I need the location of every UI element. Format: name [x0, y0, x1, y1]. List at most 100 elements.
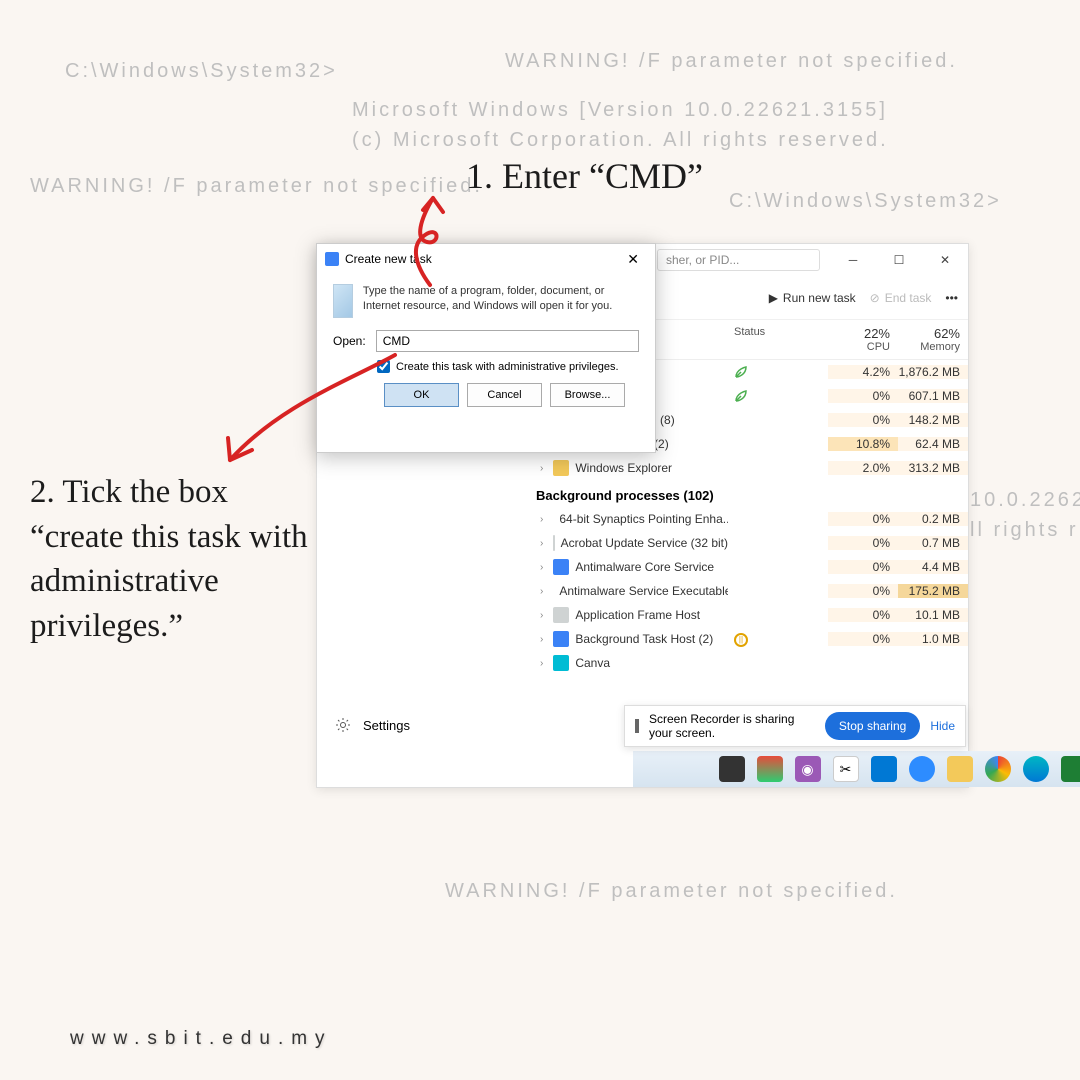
- pause-icon: ||: [734, 633, 748, 647]
- process-name: Windows Explorer: [575, 461, 672, 475]
- taskbar-app-icon[interactable]: ✂: [833, 756, 859, 782]
- annotation-step1: 1. Enter “CMD”: [466, 155, 703, 197]
- open-label: Open:: [333, 334, 366, 348]
- dialog-close-button[interactable]: ✕: [619, 251, 647, 268]
- process-row[interactable]: › 64-bit Synaptics Pointing Enha... 0%0.2 …: [532, 507, 968, 531]
- annotation-step2: 2. Tick the box “create this task with a…: [30, 470, 310, 648]
- process-name: Background Task Host (2): [575, 632, 713, 646]
- expand-icon[interactable]: ›: [536, 538, 547, 549]
- website-url: www.sbit.edu.my: [70, 1028, 333, 1050]
- mem-cell: 148.2 MB: [898, 413, 968, 427]
- hide-button[interactable]: Hide: [930, 719, 955, 733]
- process-name: Canva: [575, 656, 610, 670]
- cpu-cell: 0%: [828, 512, 898, 526]
- app-icon: [553, 631, 569, 647]
- sidebar-settings-label: Settings: [363, 718, 410, 733]
- process-row[interactable]: › Canva: [532, 651, 968, 675]
- mem-cell: 1,876.2 MB: [898, 365, 968, 379]
- app-icon: [553, 607, 569, 623]
- run-new-task-button[interactable]: ▶ Run new task: [769, 291, 856, 305]
- process-name: Application Frame Host: [575, 608, 700, 622]
- screen-share-bar: Screen Recorder is sharing your screen. …: [624, 705, 966, 747]
- cpu-cell: 4.2%: [828, 365, 898, 379]
- process-row[interactable]: › Application Frame Host 0%10.1 MB: [532, 603, 968, 627]
- sidebar-item-settings[interactable]: Settings: [317, 709, 532, 741]
- mem-cell: 175.2 MB: [898, 584, 968, 598]
- taskbar-app-icon[interactable]: [757, 756, 783, 782]
- cpu-cell: 0%: [828, 632, 898, 646]
- expand-icon[interactable]: ›: [536, 514, 547, 525]
- close-button[interactable]: ✕: [922, 244, 968, 276]
- taskbar-app-icon[interactable]: ◉: [795, 756, 821, 782]
- app-icon: [553, 559, 569, 575]
- share-text: Screen Recorder is sharing your screen.: [649, 712, 815, 740]
- taskbar-app-icon[interactable]: [985, 756, 1011, 782]
- mem-cell: 0.2 MB: [898, 512, 968, 526]
- process-row[interactable]: › Background Task Host (2) || 0%1.0 MB: [532, 627, 968, 651]
- open-input[interactable]: [376, 330, 639, 352]
- taskbar-app-icon[interactable]: [1023, 756, 1049, 782]
- leaf-icon: [734, 389, 748, 403]
- maximize-button[interactable]: ☐: [876, 244, 922, 276]
- expand-icon[interactable]: ›: [536, 562, 547, 573]
- mem-cell: 313.2 MB: [898, 461, 968, 475]
- bg-text-prompt: C:\Windows\System32>: [65, 60, 338, 83]
- expand-icon[interactable]: ›: [536, 634, 547, 645]
- taskbar-app-icon[interactable]: [909, 756, 935, 782]
- mem-cell: 1.0 MB: [898, 632, 968, 646]
- expand-icon[interactable]: ›: [536, 463, 547, 474]
- mem-cell: 4.4 MB: [898, 560, 968, 574]
- bg-text-warning3: WARNING! /F parameter not specified.: [445, 880, 898, 903]
- col-cpu[interactable]: 22%CPU: [828, 326, 898, 353]
- run-icon: [333, 284, 353, 318]
- cpu-cell: 0%: [828, 608, 898, 622]
- taskbar-app-icon[interactable]: [871, 756, 897, 782]
- col-status[interactable]: Status: [728, 326, 828, 353]
- taskbar: ◉ ✂ ⊡: [633, 751, 1080, 787]
- process-name: 64-bit Synaptics Pointing Enha...: [559, 512, 728, 526]
- process-row[interactable]: › Acrobat Update Service (32 bit) 0%0.7 MB: [532, 531, 968, 555]
- cancel-button[interactable]: Cancel: [467, 383, 542, 407]
- bg-text-version: Microsoft Windows [Version 10.0.22621.31…: [352, 95, 889, 155]
- cpu-cell: 0%: [828, 584, 898, 598]
- browse-button[interactable]: Browse...: [550, 383, 625, 407]
- expand-icon[interactable]: ›: [536, 610, 547, 621]
- expand-icon[interactable]: ›: [536, 586, 547, 597]
- taskbar-app-icon[interactable]: [719, 756, 745, 782]
- leaf-icon: [734, 365, 748, 379]
- taskbar-app-icon[interactable]: [947, 756, 973, 782]
- mem-cell: 607.1 MB: [898, 389, 968, 403]
- cpu-cell: 0%: [828, 560, 898, 574]
- gear-icon: [335, 717, 351, 733]
- taskbar-app-icon[interactable]: [1061, 756, 1080, 782]
- bg-text-prompt2: C:\Windows\System32>: [729, 190, 1002, 213]
- cpu-cell: 0%: [828, 413, 898, 427]
- process-row[interactable]: ›Antimalware Service Executable0%175.2 M…: [532, 579, 968, 603]
- stop-sharing-button[interactable]: Stop sharing: [825, 712, 920, 740]
- cpu-cell: 10.8%: [828, 437, 898, 451]
- bg-text-partial: 10.0.2262 ll rights r: [970, 485, 1080, 545]
- run-new-task-label: Run new task: [783, 291, 856, 305]
- col-mem[interactable]: 62%Memory: [898, 326, 968, 353]
- dialog-icon: [325, 252, 339, 266]
- process-name: Antimalware Core Service: [575, 560, 714, 574]
- cpu-cell: 0%: [828, 389, 898, 403]
- arrow-to-input: [385, 190, 475, 290]
- process-name: Acrobat Update Service (32 bit): [561, 536, 728, 550]
- minimize-button[interactable]: ─: [830, 244, 876, 276]
- end-task-button[interactable]: ⊘ End task: [870, 291, 932, 305]
- pause-icon: [635, 719, 639, 733]
- mem-cell: 0.7 MB: [898, 536, 968, 550]
- mem-cell: 62.4 MB: [898, 437, 968, 451]
- cpu-cell: 0%: [828, 536, 898, 550]
- mem-cell: 10.1 MB: [898, 608, 968, 622]
- process-row[interactable]: › Antimalware Core Service 0%4.4 MB: [532, 555, 968, 579]
- app-icon: [553, 655, 569, 671]
- cpu-cell: 2.0%: [828, 461, 898, 475]
- process-row[interactable]: › Windows Explorer 2.0%313.2 MB: [532, 456, 968, 480]
- search-input[interactable]: sher, or PID...: [657, 249, 820, 271]
- expand-icon[interactable]: ›: [536, 658, 547, 669]
- app-icon: [553, 460, 569, 476]
- more-button[interactable]: •••: [945, 291, 958, 305]
- arrow-to-checkbox: [200, 350, 400, 480]
